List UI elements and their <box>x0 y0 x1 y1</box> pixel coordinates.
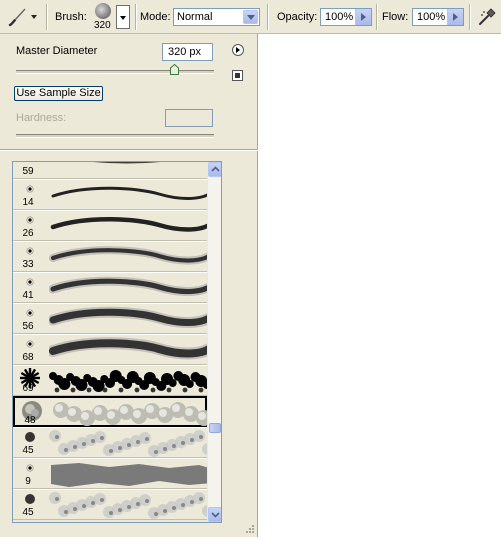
scroll-up-icon[interactable] <box>208 162 222 177</box>
separator <box>46 4 48 30</box>
brush-preset-list[interactable]: 45 9 45 48 69 68 56 41 33 26 14 59 <box>12 161 222 523</box>
scrollbar-thumb[interactable] <box>209 423 221 433</box>
hardness-field[interactable] <box>165 109 213 127</box>
scrollbar[interactable] <box>207 162 222 522</box>
brush-size-number: 14 <box>13 197 43 208</box>
brush-preset-row[interactable]: 26 <box>13 210 221 241</box>
brush-size-number: 33 <box>13 259 43 270</box>
brush-preset-row[interactable]: 68 <box>13 334 221 365</box>
brush-tip-icon <box>27 248 33 254</box>
opacity-field[interactable]: 100% <box>320 8 372 26</box>
brush-stroke-preview <box>49 242 215 273</box>
brush-tip-icon <box>27 372 33 378</box>
separator <box>267 4 269 30</box>
brush-preset-row[interactable]: 69 <box>13 365 221 396</box>
master-diameter-value: 320 px <box>168 46 201 58</box>
brush-tip-icon <box>27 496 33 502</box>
brush-size-number: 45 <box>13 445 43 456</box>
brush-tip-icon <box>27 434 33 440</box>
master-diameter-field[interactable]: 320 px <box>162 43 213 61</box>
brush-preset-row[interactable]: 9 <box>13 458 221 489</box>
brush-size-number: 41 <box>13 290 43 301</box>
brush-preset-row[interactable]: 59 <box>13 161 221 179</box>
opacity-value: 100% <box>325 11 353 23</box>
brush-preview-icon[interactable] <box>95 3 111 19</box>
brush-tip-icon <box>27 217 33 223</box>
brush-stroke-preview <box>49 273 215 304</box>
brush-size-number: 9 <box>13 476 43 487</box>
brush-stroke-preview <box>49 211 215 242</box>
flow-field[interactable]: 100% <box>412 8 464 26</box>
opacity-label: Opacity: <box>277 11 317 23</box>
mode-select[interactable]: Normal <box>173 8 260 26</box>
flow-value: 100% <box>417 11 445 23</box>
tool-preset-dropdown-icon[interactable] <box>31 15 37 19</box>
brush-size-number: 26 <box>13 228 43 239</box>
brush-stroke-preview <box>49 161 215 180</box>
brush-size-number: 59 <box>13 166 43 177</box>
new-preset-icon[interactable] <box>232 70 243 81</box>
slider-thumb[interactable] <box>170 64 179 75</box>
flow-slider-button[interactable] <box>447 9 463 25</box>
brush-tip-icon <box>27 279 33 285</box>
flow-label: Flow: <box>382 11 408 23</box>
separator <box>469 4 471 30</box>
mode-value: Normal <box>177 11 212 23</box>
brush-stroke-preview <box>49 335 215 366</box>
brush-preset-row[interactable]: 33 <box>13 241 221 272</box>
brush-stroke-preview <box>49 428 215 459</box>
brush-size-number: 48 <box>15 415 45 426</box>
brush-tip-icon <box>27 341 33 347</box>
brush-stroke-preview <box>49 366 215 397</box>
brush-size-number: 56 <box>13 321 43 332</box>
brush-stroke-preview <box>49 490 215 521</box>
divider <box>0 149 258 151</box>
opacity-slider-button[interactable] <box>355 9 371 25</box>
options-bar: Brush: 320 Mode: Normal Opacity: 100% Fl… <box>0 0 501 34</box>
brush-size-number: 69 <box>13 383 43 394</box>
brush-size-number: 68 <box>13 352 43 363</box>
hardness-label: Hardness: <box>16 112 66 124</box>
separator <box>376 4 378 30</box>
brush-preset-row[interactable]: 56 <box>13 303 221 334</box>
brush-tip-icon <box>27 310 33 316</box>
brush-preset-panel: Master Diameter 320 px Use Sample Size H… <box>0 34 258 537</box>
use-sample-size-button[interactable]: Use Sample Size <box>14 86 103 101</box>
brush-tip-icon <box>29 404 35 410</box>
brush-preset-row[interactable]: 45 <box>13 489 221 520</box>
brush-preset-row[interactable]: 45 <box>13 427 221 458</box>
brush-stroke-preview <box>51 398 217 429</box>
brush-size-label: 320 <box>94 20 111 31</box>
brush-tool-icon[interactable] <box>6 6 28 28</box>
chevron-down-icon[interactable] <box>243 10 258 24</box>
hardness-slider[interactable] <box>16 134 214 138</box>
resize-grip-icon[interactable] <box>243 524 255 536</box>
master-diameter-slider[interactable] <box>16 70 214 74</box>
brush-stroke-preview <box>49 459 215 490</box>
brush-preset-row[interactable]: 41 <box>13 272 221 303</box>
brush-tip-icon <box>27 465 33 471</box>
master-diameter-label: Master Diameter <box>16 45 97 57</box>
panel-menu-icon[interactable] <box>232 44 244 56</box>
brush-stroke-preview <box>49 180 215 211</box>
brush-preset-row[interactable]: 48 <box>13 396 207 427</box>
scroll-down-icon[interactable] <box>208 507 222 522</box>
mode-label: Mode: <box>140 11 171 23</box>
airbrush-icon[interactable] <box>478 8 496 26</box>
brush-picker-button[interactable] <box>116 5 130 29</box>
brush-stroke-preview <box>49 304 215 335</box>
separator <box>135 4 137 30</box>
brush-tip-icon <box>27 186 33 192</box>
brush-label: Brush: <box>55 11 87 23</box>
brush-size-number: 45 <box>13 507 43 518</box>
brush-preset-row[interactable]: 14 <box>13 179 221 210</box>
